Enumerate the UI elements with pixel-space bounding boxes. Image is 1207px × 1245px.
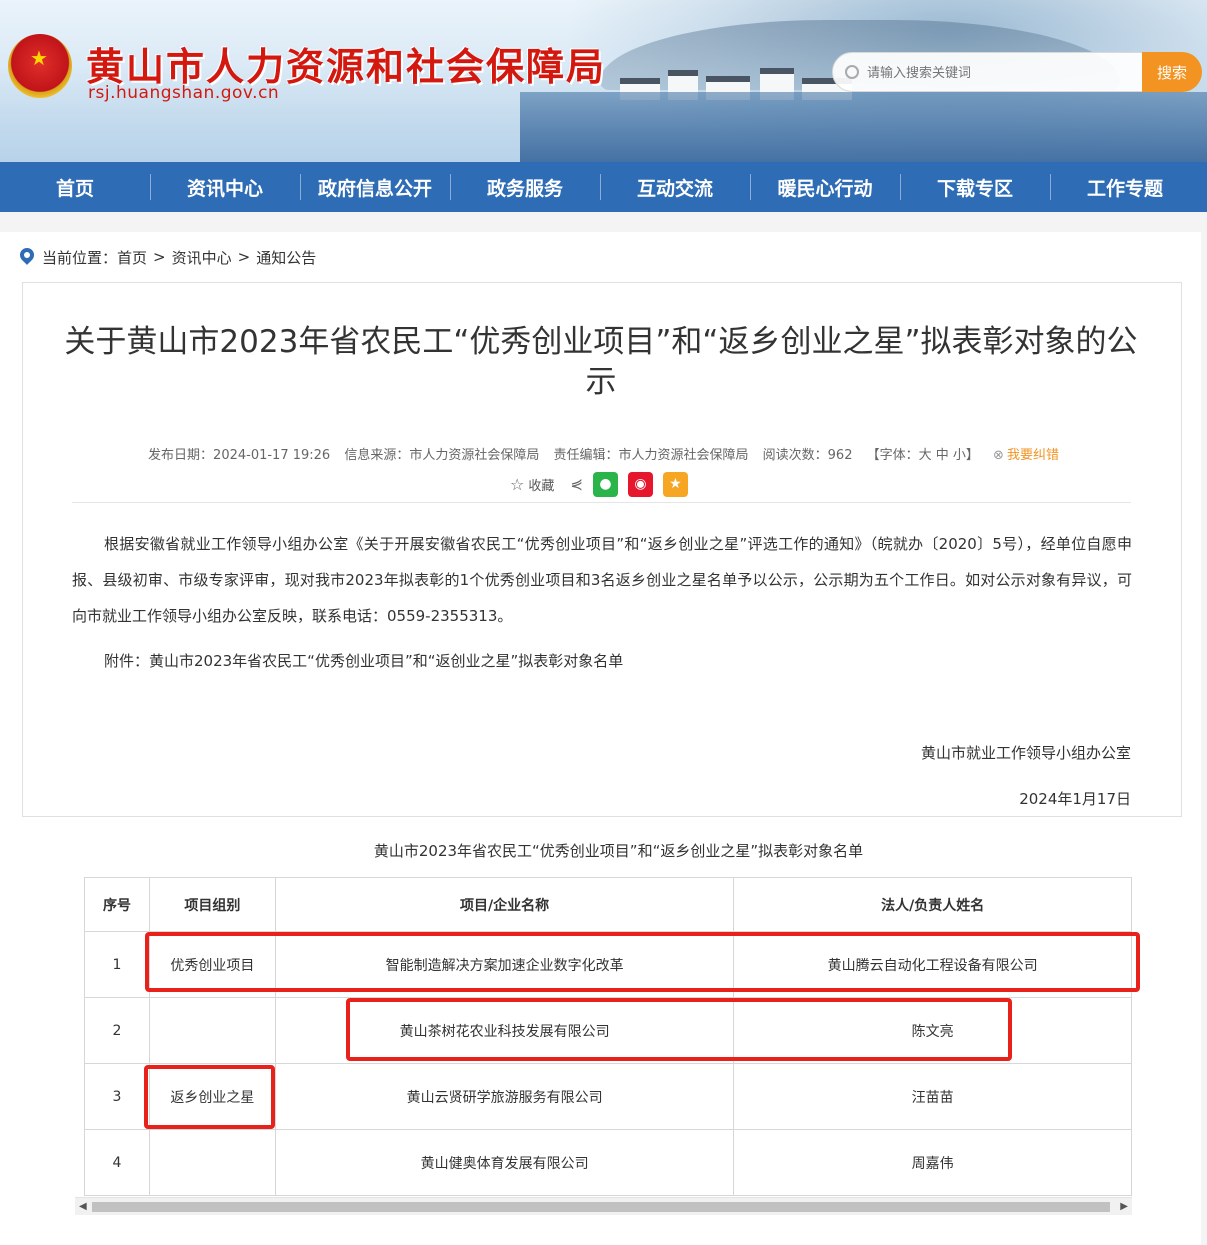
col-header-no: 序号 bbox=[84, 877, 150, 932]
nav-item-downloads[interactable]: 下载专区 bbox=[900, 162, 1050, 212]
star-outline-icon: ☆ bbox=[510, 474, 525, 494]
breadcrumb-sep: > bbox=[153, 248, 166, 266]
scrollbar-thumb[interactable] bbox=[92, 1202, 1110, 1212]
table-row: 4 黄山健奥体育发展有限公司 周嘉伟 bbox=[84, 1129, 1132, 1196]
qzone-share-icon[interactable]: ★ bbox=[662, 471, 688, 497]
share-bar: ☆ 收藏 ⋞ ● ◉ ★ bbox=[510, 471, 688, 497]
report-error-link[interactable]: ⊗ 我要纠错 bbox=[993, 448, 1059, 463]
article-divider bbox=[72, 502, 1131, 503]
nav-item-topics[interactable]: 工作专题 bbox=[1050, 162, 1200, 212]
col-header-person: 法人/负责人姓名 bbox=[733, 877, 1132, 932]
breadcrumb-sep: > bbox=[237, 248, 251, 266]
view-count: 阅读次数：962 bbox=[762, 448, 853, 463]
nav-item-gov-info[interactable]: 政府信息公开 bbox=[300, 162, 450, 212]
favorite-button[interactable]: ☆ 收藏 bbox=[510, 475, 554, 494]
breadcrumb-prefix: 当前位置： bbox=[42, 248, 118, 267]
publish-date: 发布日期：2024-01-17 19:26 bbox=[148, 448, 331, 463]
nav-item-services[interactable]: 政务服务 bbox=[450, 162, 600, 212]
national-emblem-logo[interactable]: ★ bbox=[8, 34, 72, 98]
cell-person: 周嘉伟 bbox=[733, 1129, 1132, 1196]
col-header-project: 项目/企业名称 bbox=[274, 877, 735, 932]
table-header-row: 序号 项目组别 项目/企业名称 法人/负责人姓名 bbox=[84, 877, 1132, 932]
sign-date: 2024年1月17日 bbox=[1019, 790, 1131, 808]
search-input[interactable] bbox=[867, 62, 1137, 84]
signature: 黄山市就业工作领导小组办公室 bbox=[920, 744, 1131, 762]
location-pin-icon bbox=[20, 248, 34, 266]
search-icon bbox=[845, 65, 859, 79]
main-nav: 首页 资讯中心 政府信息公开 政务服务 互动交流 暖民心行动 下载专区 工作专题 bbox=[0, 162, 1207, 212]
report-error-label: 我要纠错 bbox=[1006, 448, 1059, 463]
cell-no: 3 bbox=[84, 1063, 150, 1130]
cell-project: 黄山云贤研学旅游服务有限公司 bbox=[274, 1063, 735, 1130]
banner-lake bbox=[520, 92, 1207, 162]
breadcrumb-news[interactable]: 资讯中心 bbox=[172, 247, 232, 268]
article-body: 根据安徽省就业工作领导小组办公室《关于开展安徽省农民工“优秀创业项目”和“返乡创… bbox=[72, 535, 1132, 625]
breadcrumb-notices[interactable]: 通知公告 bbox=[256, 247, 316, 268]
cell-no: 1 bbox=[84, 931, 150, 998]
breadcrumb: 当前位置： 首页 > 资讯中心 > 通知公告 bbox=[20, 246, 316, 268]
nav-item-interaction[interactable]: 互动交流 bbox=[600, 162, 750, 212]
article-meta: 发布日期：2024-01-17 19:26 信息来源：市人力资源社会保障局 责任… bbox=[0, 444, 1207, 463]
highlight-row-1 bbox=[145, 932, 1140, 992]
nav-item-action[interactable]: 暖民心行动 bbox=[750, 162, 900, 212]
share-icon[interactable]: ⋞ bbox=[570, 475, 583, 493]
search-button[interactable]: 搜索 bbox=[1142, 52, 1202, 92]
highlight-category-3 bbox=[144, 1065, 275, 1129]
table-horizontal-scrollbar[interactable]: ◀ ▶ bbox=[75, 1197, 1132, 1215]
responsible-editor: 责任编辑：市人力资源社会保障局 bbox=[553, 448, 749, 463]
cell-project: 黄山健奥体育发展有限公司 bbox=[274, 1129, 735, 1196]
highlight-row-2 bbox=[346, 998, 1012, 1061]
col-header-category: 项目组别 bbox=[148, 877, 276, 932]
favorite-label: 收藏 bbox=[528, 478, 555, 494]
scroll-left-arrow-icon[interactable]: ◀ bbox=[79, 1201, 87, 1212]
table-caption: 黄山市2023年省农民工“优秀创业项目”和“返乡创业之星”拟表彰对象名单 bbox=[373, 842, 864, 860]
nav-item-news[interactable]: 资讯中心 bbox=[150, 162, 300, 212]
cell-category bbox=[148, 1129, 276, 1196]
scroll-right-arrow-icon[interactable]: ▶ bbox=[1120, 1201, 1128, 1212]
cell-person: 汪苗苗 bbox=[733, 1063, 1132, 1130]
site-domain: rsj.huangshan.gov.cn bbox=[88, 83, 280, 103]
nav-item-home[interactable]: 首页 bbox=[0, 162, 150, 212]
wechat-share-icon[interactable]: ● bbox=[592, 471, 618, 497]
article-title: 关于黄山市2023年省农民工“优秀创业项目”和“返乡创业之星”拟表彰对象的公示 bbox=[64, 324, 1138, 400]
font-size-switch[interactable]: 【字体：大 中 小】 bbox=[867, 448, 979, 463]
cell-no: 4 bbox=[84, 1129, 150, 1196]
cell-category bbox=[148, 997, 276, 1064]
close-circle-icon: ⊗ bbox=[993, 448, 1004, 463]
breadcrumb-home[interactable]: 首页 bbox=[117, 247, 147, 268]
search-box bbox=[832, 52, 1144, 92]
weibo-share-icon[interactable]: ◉ bbox=[627, 471, 653, 497]
cell-no: 2 bbox=[84, 997, 150, 1064]
attachment-line: 附件：黄山市2023年省农民工“优秀创业项目”和“返创业之星”拟表彰对象名单 bbox=[104, 652, 624, 670]
info-source: 信息来源：市人力资源社会保障局 bbox=[344, 448, 540, 463]
